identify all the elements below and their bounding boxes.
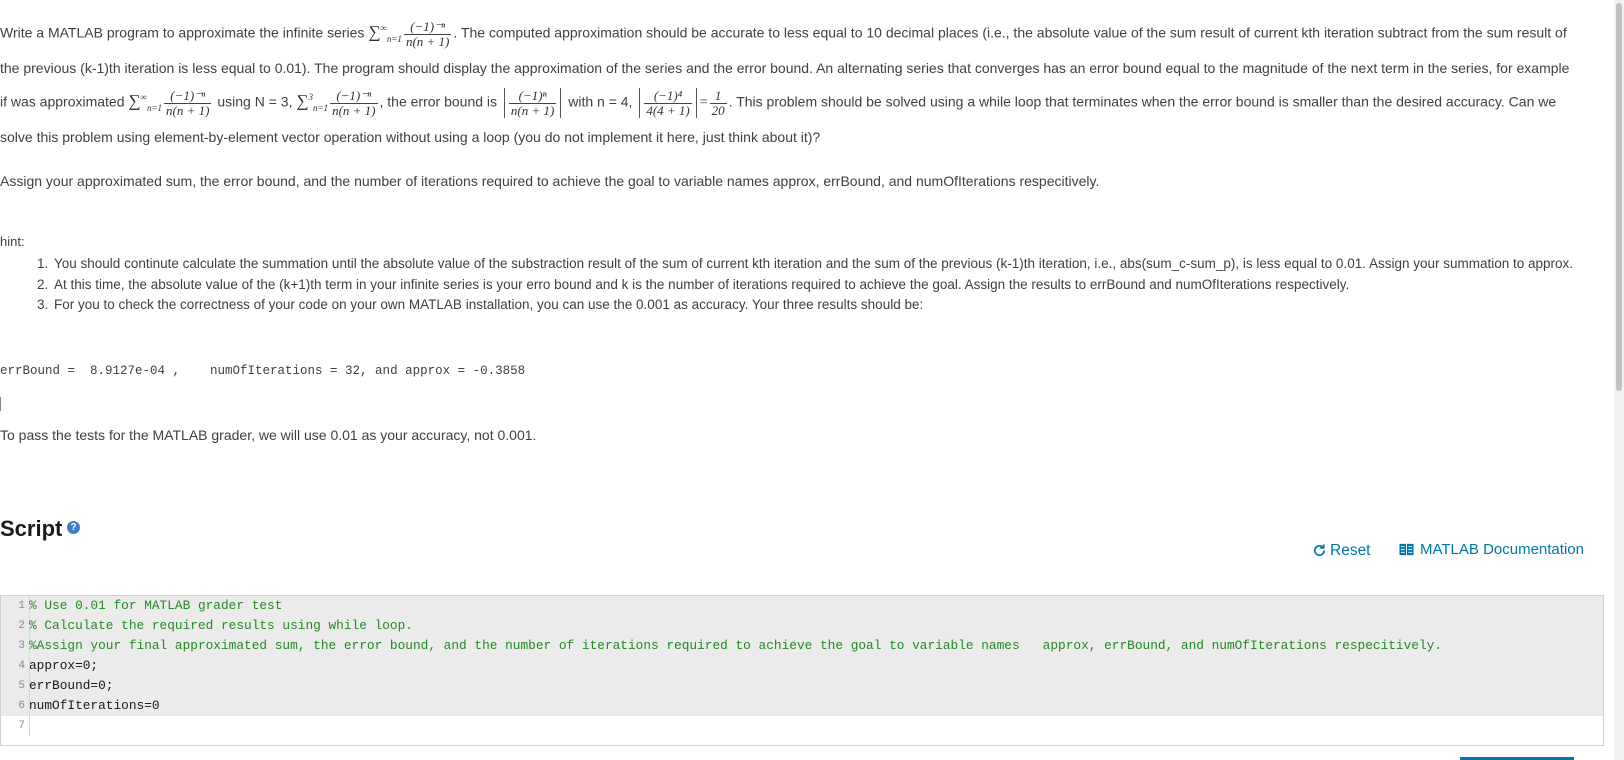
line-number: 6 (1, 696, 30, 716)
line-number: 5 (1, 676, 30, 696)
intro-text-5: with n = 4, (568, 93, 633, 110)
code-editor[interactable]: 1% Use 0.01 for MATLAB grader test 2% Ca… (0, 595, 1604, 746)
reset-icon[interactable] (1312, 543, 1327, 558)
hint-list: You should continute calculate the summa… (36, 254, 1582, 316)
expected-results: errBound = 8.9127e-04 , numOfIterations … (0, 364, 526, 378)
error-value-formula: (−1)⁴ 4(4 + 1) = 1 20 (636, 88, 728, 118)
code-text[interactable]: %Assign your final approximated sum, the… (29, 636, 1442, 656)
problem-intro: Write a MATLAB program to approximate th… (0, 14, 1580, 152)
partial-sum-formula: ∑3n=1 (−1)⁻ⁿ n(n + 1) (296, 87, 378, 118)
hint-item: For you to check the correctness of your… (52, 295, 1582, 316)
hint-item: You should continute calculate the summa… (52, 254, 1582, 275)
scrollbar-thumb[interactable] (1616, 3, 1622, 391)
code-line[interactable]: 7 (1, 716, 1603, 736)
line-number: 7 (1, 716, 30, 736)
code-line[interactable]: 6 numOfIterations=0 (1, 696, 1603, 716)
script-heading: Script (0, 516, 63, 541)
code-line[interactable]: 2% Calculate the required results using … (1, 616, 1603, 636)
help-icon[interactable]: ? (67, 521, 80, 534)
documentation-icon[interactable] (1399, 543, 1414, 556)
code-text[interactable]: % Use 0.01 for MATLAB grader test (29, 596, 282, 616)
series-formula-2: ∑∞n=1 (−1)⁻ⁿ n(n + 1) (128, 87, 212, 118)
line-number: 3 (1, 636, 30, 656)
line-number: 2 (1, 616, 30, 636)
hint-label: hint: (0, 234, 25, 249)
line-number: 4 (1, 656, 30, 676)
matlab-documentation-link[interactable]: MATLAB Documentation (1420, 541, 1584, 558)
code-text[interactable]: approx=0; (29, 656, 98, 676)
hint-item: At this time, the absolute value of the … (52, 275, 1582, 296)
code-line[interactable]: 5 errBound=0; (1, 676, 1603, 696)
code-line[interactable]: 1% Use 0.01 for MATLAB grader test (1, 596, 1603, 616)
assign-instruction: Assign your approximated sum, the error … (0, 173, 1100, 189)
intro-text-4: , the error bound is (379, 93, 498, 110)
code-line[interactable]: 3 %Assign your final approximated sum, th… (1, 636, 1603, 656)
code-text[interactable]: % Calculate the required results using w… (29, 616, 413, 636)
series-formula: ∑∞n=1 (−1)⁻ⁿ n(n + 1) (368, 18, 452, 49)
intro-text-1: Write a MATLAB program to approximate th… (0, 24, 365, 41)
reset-button[interactable]: Reset (1330, 542, 1371, 560)
code-line[interactable]: 4 approx=0; (1, 656, 1603, 676)
code-text[interactable]: numOfIterations=0 (29, 696, 160, 716)
code-text[interactable]: errBound=0; (29, 676, 113, 696)
line-number: 1 (1, 596, 30, 616)
text-cursor (0, 397, 1, 411)
error-term-formula: (−1)ⁿ n(n + 1) (501, 88, 564, 118)
pass-note: To pass the tests for the MATLAB grader,… (0, 427, 537, 443)
intro-text-3: using N = 3, (217, 93, 293, 110)
